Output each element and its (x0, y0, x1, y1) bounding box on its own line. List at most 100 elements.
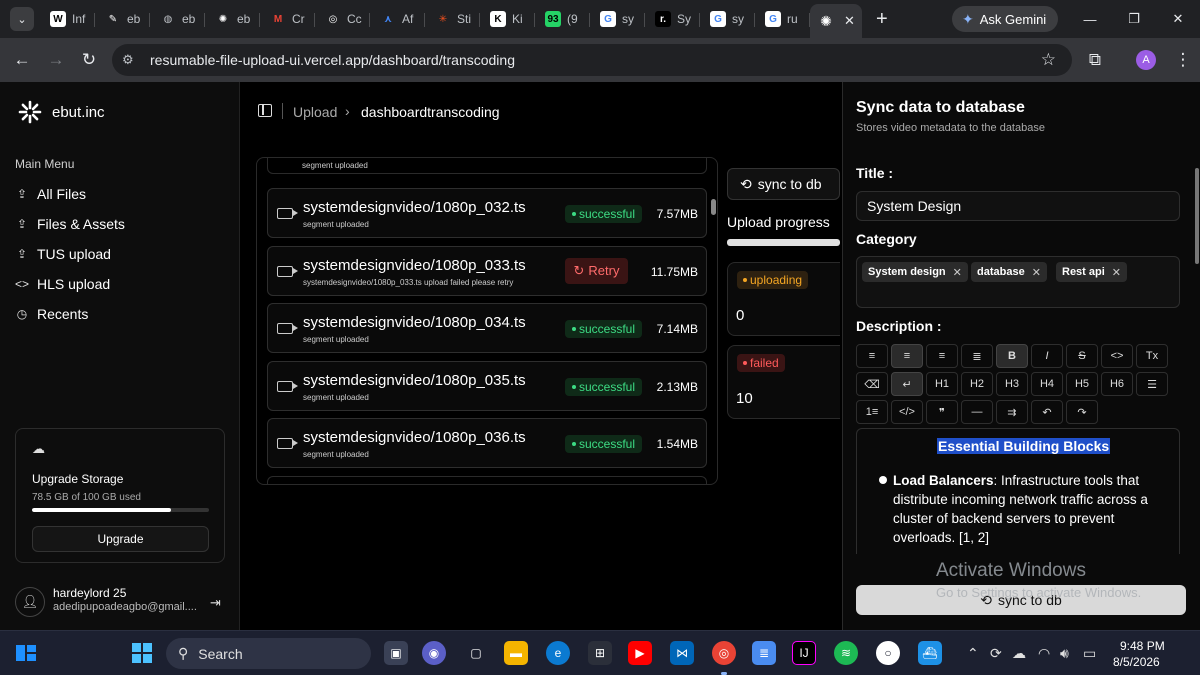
browser-tab[interactable]: r. Sy (645, 4, 700, 34)
redo-icon[interactable]: ↷ (1066, 400, 1098, 424)
breadcrumb-upload[interactable]: Upload (293, 104, 337, 120)
sidebar-toggle-icon[interactable] (258, 104, 272, 117)
extensions-icon[interactable]: ⧉ (1084, 49, 1106, 71)
heading-3-icon[interactable]: H3 (996, 372, 1028, 396)
heading-6-icon[interactable]: H6 (1101, 372, 1133, 396)
microsoft-store-icon[interactable]: ⊞ (588, 641, 612, 665)
site-info-icon[interactable]: ⚙ (122, 52, 144, 68)
heading-1-icon[interactable]: H1 (926, 372, 958, 396)
file-row[interactable]: systemdesignvideo/1080p_032.ts segment up… (267, 188, 707, 238)
task-view-icon[interactable]: ▣ (384, 641, 408, 665)
bold-icon[interactable]: B (996, 344, 1028, 368)
sidebar-item-hls-upload[interactable]: <> HLS upload (15, 276, 110, 292)
browser-tab[interactable]: ◍ eb (150, 4, 205, 34)
new-tab-icon[interactable]: + (876, 8, 888, 31)
wrap-text-icon[interactable]: ⇉ (996, 400, 1028, 424)
strikethrough-icon[interactable]: S (1066, 344, 1098, 368)
chrome-icon[interactable]: ◎ (712, 641, 736, 665)
wifi-icon[interactable]: ◠ (1038, 645, 1050, 662)
align-center-icon[interactable]: ≡ (891, 344, 923, 368)
notepad-icon[interactable]: ≣ (752, 641, 776, 665)
heading-5-icon[interactable]: H5 (1066, 372, 1098, 396)
url-text[interactable]: resumable-file-upload-ui.vercel.app/dash… (150, 52, 515, 68)
file-row[interactable]: systemdesignvideo/1080p_036.ts segment up… (267, 418, 707, 468)
chip-remove-icon[interactable]: ✕ (1112, 266, 1121, 279)
align-right-icon[interactable]: ≡ (926, 344, 958, 368)
taskbar-date[interactable]: 8/5/2026 (1113, 655, 1160, 669)
volume-icon[interactable]: 🔊︎ (1060, 645, 1069, 662)
chip-remove-icon[interactable]: ✕ (1032, 266, 1041, 279)
browser-tab[interactable]: W Inf (40, 4, 95, 34)
upgrade-button[interactable]: Upgrade (32, 526, 209, 552)
sidebar-item-files-assets[interactable]: ⇪ Files & Assets (15, 216, 125, 232)
ordered-list-icon[interactable]: 1≡ (856, 400, 888, 424)
chip-remove-icon[interactable]: ✕ (953, 266, 962, 279)
tab-search-icon[interactable]: ⌄ (10, 7, 34, 31)
tray-chevron-icon[interactable]: ⌃ (967, 645, 979, 662)
intellij-icon[interactable]: IJ (792, 641, 816, 665)
close-icon[interactable]: ✕ (844, 13, 855, 29)
ask-gemini-button[interactable]: ✦ Ask Gemini (952, 6, 1058, 32)
back-icon[interactable]: ← (11, 49, 33, 71)
browser-tab[interactable]: ✺ eb (205, 4, 260, 34)
sidebar-item-recents[interactable]: ◷ Recents (15, 306, 89, 322)
profile-avatar[interactable]: A (1136, 50, 1156, 70)
app-window-icon[interactable]: ▢ (464, 641, 488, 665)
retry-button[interactable]: ↻ Retry (565, 257, 628, 284)
browser-tab[interactable]: ⋏ Af (370, 4, 425, 34)
teams-chat-icon[interactable]: ◉ (422, 641, 446, 665)
sidebar-item-tus-upload[interactable]: ⇪ TUS upload (15, 246, 111, 262)
window-close-icon[interactable]: ✕ (1156, 0, 1200, 38)
heading-2-icon[interactable]: H2 (961, 372, 993, 396)
file-list-scrollbar[interactable] (711, 199, 716, 215)
title-input[interactable]: System Design (856, 191, 1180, 221)
tray-cloud-icon[interactable]: ☁ (1012, 645, 1026, 662)
browser-tab[interactable]: Gsy (700, 4, 755, 34)
spotify-icon[interactable]: ≋ (834, 641, 858, 665)
browser-tab[interactable]: M Cr (260, 4, 315, 34)
widgets-icon[interactable] (14, 641, 38, 665)
file-row[interactable]: systemdesignvideo/1080p_033.ts systemdesi… (267, 245, 707, 296)
address-bar[interactable]: ⚙ resumable-file-upload-ui.vercel.app/da… (112, 44, 1072, 76)
hard-break-icon[interactable]: ↵ (891, 372, 923, 396)
bullet-list-icon[interactable]: ☰ (1136, 372, 1168, 396)
browser-tab[interactable]: K Ki (480, 4, 535, 34)
eraser-icon[interactable]: ⌫ (856, 372, 888, 396)
kebab-menu-icon[interactable]: ⋮ (1172, 49, 1194, 71)
undo-icon[interactable]: ↶ (1031, 400, 1063, 424)
align-left-icon[interactable]: ≡ (856, 344, 888, 368)
tab-active[interactable]: ✺ ✕ (810, 4, 862, 38)
youtube-icon[interactable]: ▶ (628, 641, 652, 665)
sync-to-db-button-top[interactable]: ⟲ sync to db (727, 168, 840, 200)
sidebar-item-all-files[interactable]: ⇪ All Files (15, 186, 86, 202)
inline-code-icon[interactable]: <> (1101, 344, 1133, 368)
logout-icon[interactable]: ⇥ (210, 595, 221, 611)
forward-icon[interactable]: → (45, 49, 67, 71)
italic-icon[interactable]: I (1031, 344, 1063, 368)
clear-format-icon[interactable]: Tx (1136, 344, 1168, 368)
file-explorer-icon[interactable]: ▬ (504, 641, 528, 665)
user-block[interactable]: 👤︎ hardeylord 25 adedipupoadeagbo@gmail.… (15, 586, 230, 618)
battery-icon[interactable]: ▭ (1083, 645, 1096, 662)
sheet-scrollbar[interactable] (1195, 168, 1199, 264)
restore-icon[interactable]: ❐ (1112, 0, 1156, 38)
windows-start-icon[interactable] (130, 641, 154, 665)
file-row[interactable]: systemdesignvideo/1080p_034.ts segment up… (267, 303, 707, 353)
minimize-icon[interactable]: — (1068, 0, 1112, 38)
brand[interactable]: ebut.inc (18, 100, 105, 124)
category-input[interactable]: System design ✕ database ✕ Rest api ✕ (856, 256, 1180, 308)
description-editor[interactable]: Essential Building Blocks Load Balancers… (856, 428, 1180, 554)
file-row[interactable]: systemdesignvideo/1080p_035.ts segment up… (267, 360, 707, 411)
bookmark-star-icon[interactable]: ☆ (1041, 50, 1056, 70)
vscode-icon[interactable]: ⋈ (670, 641, 694, 665)
browser-tab[interactable]: 93 (9 (535, 4, 590, 34)
browser-tab[interactable]: Gsy (590, 4, 645, 34)
browser-tab[interactable]: ✳ Sti (425, 4, 480, 34)
edge-icon[interactable]: e (546, 641, 570, 665)
tray-sync-icon[interactable]: ⟳ (990, 645, 1002, 662)
blockquote-icon[interactable]: ❞ (926, 400, 958, 424)
heading-4-icon[interactable]: H4 (1031, 372, 1063, 396)
taskbar-search-input[interactable]: ⚲ Search (166, 638, 371, 669)
taskbar-time[interactable]: 9:48 PM (1120, 639, 1165, 653)
horizontal-rule-icon[interactable]: — (961, 400, 993, 424)
